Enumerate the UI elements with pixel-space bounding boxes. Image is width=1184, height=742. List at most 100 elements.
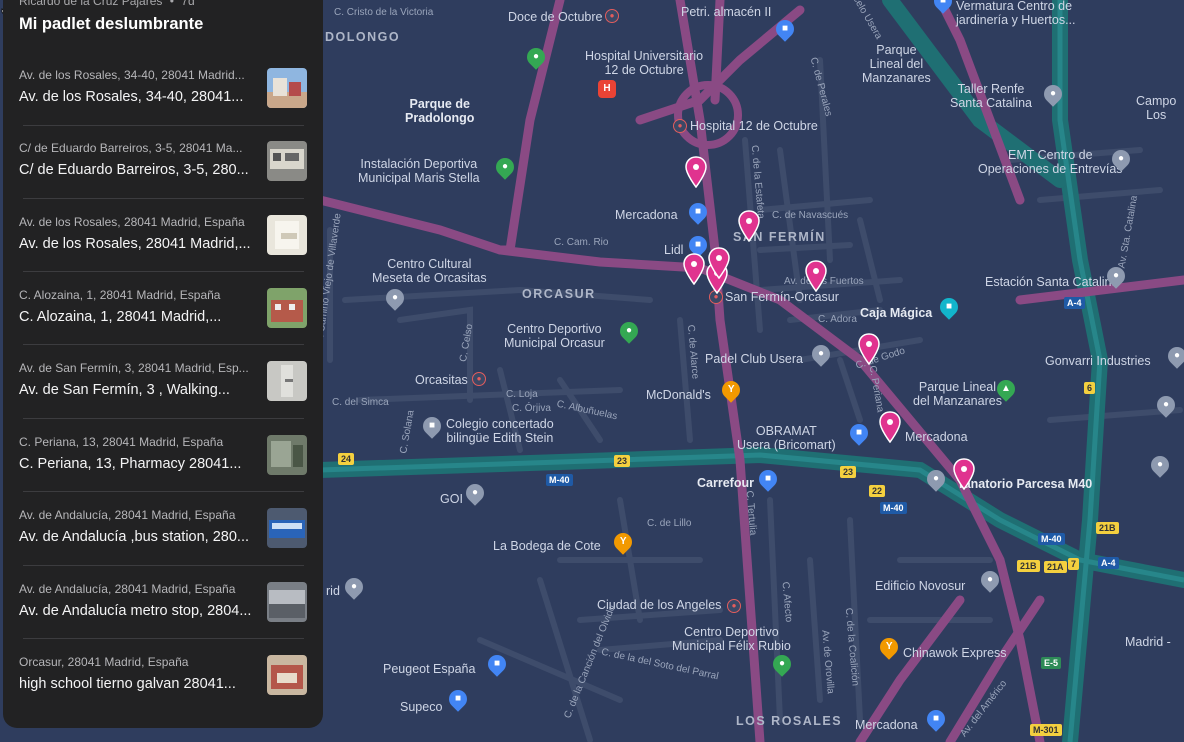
list-item[interactable]: Av. de Andalucía, 28041 Madrid, España A… (3, 508, 323, 581)
list-item[interactable]: Av. de San Fermín, 3, 28041 Madrid, Esp.… (3, 361, 323, 434)
list-item[interactable]: C. Periana, 13, 28041 Madrid, España C. … (3, 435, 323, 508)
list-item[interactable]: Av. de los Rosales, 34-40, 28041 Madrid.… (3, 68, 323, 141)
label-rid: rid (326, 584, 340, 598)
divider (23, 565, 304, 566)
label-obramat: OBRAMAT Usera (Bricomart) (737, 424, 836, 452)
label-emt: EMT Centro de Operaciones de Entrevías (978, 148, 1123, 176)
label-estacion-santa-catalina: Estación Santa Catalina (985, 275, 1119, 289)
list-item[interactable]: Av. de Andalucía, 28041 Madrid, España A… (3, 582, 323, 655)
label-carrefour: Carrefour (697, 476, 754, 490)
road-shield: E-5 (1041, 657, 1062, 669)
item-title: Av. de los Rosales, 34-40, 28041... (19, 89, 244, 105)
label-hospital-12: Hospital 12 de Octubre (690, 119, 818, 133)
label-hospital-universitario: Hospital Universitario 12 de Octubre (585, 49, 704, 77)
item-title: high school tierno galvan 28041... (19, 676, 236, 692)
road-shield: A-4 (1064, 297, 1085, 309)
padlet-pin[interactable] (738, 210, 760, 242)
road-shield: 21B (1017, 560, 1040, 572)
item-thumbnail (267, 68, 307, 108)
divider (23, 125, 304, 126)
label-supeco: Supeco (400, 700, 443, 714)
street-navascues: C. de Navascués (772, 210, 849, 221)
road-shield: M-40 (880, 502, 907, 514)
street-loja: C. Loja (506, 389, 538, 400)
road-shield: M-40 (546, 474, 573, 486)
district-dolongo: DOLONGO (325, 30, 401, 44)
label-mercadona-3: Mercadona (855, 718, 918, 732)
street-orjiva: C. Órjiva (512, 403, 551, 414)
label-mcdonalds: McDonald's (646, 388, 711, 402)
item-thumbnail (267, 582, 307, 622)
padlet-pin[interactable] (953, 458, 975, 490)
label-petri: Petri. almacén II (681, 5, 772, 19)
road-shield: 21B (1096, 522, 1119, 534)
item-title: Av. de los Rosales, 28041 Madrid,... (19, 236, 251, 252)
padlet-pin[interactable] (685, 156, 707, 188)
label-la-bodega: La Bodega de Cote (493, 539, 601, 553)
metro-icon[interactable]: ● (673, 119, 687, 133)
road-shield: M-40 (1038, 533, 1065, 545)
item-thumbnail (267, 435, 307, 475)
item-subtitle: Av. de Andalucía, 28041 Madrid, España (19, 582, 236, 596)
street-cam-rio: C. Cam. Rio (554, 237, 609, 248)
road-shield: 23 (840, 466, 857, 478)
label-vermatura: Vermatura Centro de jardinería y Huertos… (956, 0, 1076, 27)
item-thumbnail (267, 141, 307, 181)
road-shield: 24 (338, 453, 355, 465)
divider (23, 271, 304, 272)
label-taller-renfe: Taller Renfe Santa Catalina (950, 82, 1033, 110)
street-cristo-victoria: C. Cristo de la Victoria (334, 7, 434, 18)
divider (23, 638, 304, 639)
divider (23, 198, 304, 199)
padlet-pin[interactable] (683, 253, 705, 285)
road-shield: M-301 (1030, 724, 1062, 736)
divider (23, 344, 304, 345)
item-title: Av. de Andalucía metro stop, 2804... (19, 603, 252, 619)
padlet-pin[interactable] (708, 247, 730, 279)
item-thumbnail (267, 215, 307, 255)
list-item[interactable]: Av. de los Rosales, 28041 Madrid, España… (3, 215, 323, 288)
district-orcasur: ORCASUR (522, 287, 596, 301)
padlet-pin[interactable] (879, 411, 901, 443)
item-subtitle: Av. de los Rosales, 34-40, 28041 Madrid.… (19, 68, 245, 82)
item-thumbnail (267, 655, 307, 695)
label-orcasitas: Orcasitas (415, 373, 468, 387)
item-subtitle: C. Alozaina, 1, 28041 Madrid, España (19, 288, 221, 302)
label-mercadona-1: Mercadona (615, 208, 678, 222)
label-gonvarri: Gonvarri Industries (1045, 354, 1151, 368)
panel-author: Ricardo de la Cruz Pajares • 7d (19, 0, 195, 8)
road-shield: 7 (1068, 558, 1080, 570)
road-shield: A-4 (1098, 557, 1119, 569)
metro-icon[interactable]: ● (605, 9, 619, 23)
district-los-rosales: LOS ROSALES (736, 714, 843, 728)
list-item[interactable]: Orcasur, 28041 Madrid, España high schoo… (3, 655, 323, 728)
padlet-pin[interactable] (858, 333, 880, 365)
item-title: C. Periana, 13, Pharmacy 28041... (19, 456, 242, 472)
hospital-icon[interactable]: H (598, 80, 616, 98)
item-title: Av. de Andalucía ,bus station, 280... (19, 529, 250, 545)
road-shield: 6 (1084, 382, 1096, 394)
item-subtitle: C. Periana, 13, 28041 Madrid, España (19, 435, 224, 449)
street-lillo: C. de Lillo (647, 518, 692, 529)
item-subtitle: Orcasur, 28041 Madrid, España (19, 655, 189, 669)
padlet-panel: Ricardo de la Cruz Pajares • 7d Mi padle… (3, 0, 323, 728)
divider (23, 491, 304, 492)
road-shield: 23 (614, 455, 631, 467)
padlet-pin[interactable] (805, 260, 827, 292)
item-thumbnail (267, 508, 307, 548)
item-subtitle: C/ de Eduardo Barreiros, 3-5, 28041 Ma..… (19, 141, 243, 155)
label-mercadona-2: Mercadona (905, 430, 968, 444)
item-subtitle: Av. de Andalucía, 28041 Madrid, España (19, 508, 236, 522)
label-san-fermin-orcasur: San Fermín-Orcasur (725, 290, 839, 304)
list-item[interactable]: C/ de Eduardo Barreiros, 3-5, 28041 Ma..… (3, 141, 323, 214)
label-centro-deportivo-orcasur: Centro Deportivo Municipal Orcasur (504, 322, 605, 350)
metro-icon[interactable]: ● (727, 599, 741, 613)
label-colegio: Colegio concertado bilingüe Edith Stein (446, 417, 554, 445)
padlet-title: Mi padlet deslumbrante (19, 15, 204, 33)
metro-icon[interactable]: ● (472, 372, 486, 386)
label-instalacion-deportiva: Instalación Deportiva Municipal Maris St… (358, 157, 480, 185)
list-item[interactable]: C. Alozaina, 1, 28041 Madrid, España C. … (3, 288, 323, 361)
road-shield: 22 (869, 485, 886, 497)
label-tanatorio: Tanatorio Parcesa M40 (957, 477, 1093, 491)
label-goi: GOI (440, 492, 463, 506)
